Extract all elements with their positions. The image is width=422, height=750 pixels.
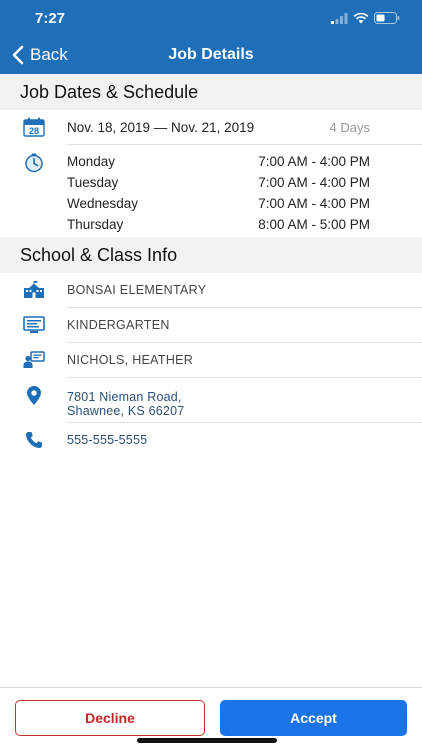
schedule-row: Tuesday 7:00 AM - 4:00 PM	[67, 172, 422, 193]
phone-row[interactable]: 555-555-5555	[0, 423, 422, 457]
accept-button[interactable]: Accept	[220, 700, 407, 736]
class-name: KINDERGARTEN	[67, 318, 170, 332]
phone-number[interactable]: 555-555-5555	[67, 433, 147, 447]
schedule-hours: 7:00 AM - 4:00 PM	[258, 196, 370, 211]
chevron-left-icon	[12, 45, 24, 65]
teacher-icon	[23, 351, 45, 368]
schedule-row: Thursday 8:00 AM - 5:00 PM	[67, 214, 422, 235]
teacher-name: NICHOLS, HEATHER	[67, 353, 194, 367]
schedule-hours: 7:00 AM - 4:00 PM	[258, 154, 370, 169]
phone-icon	[25, 432, 42, 448]
date-range: Nov. 18, 2019 — Nov. 21, 2019	[67, 119, 255, 135]
address[interactable]: 7801 Nieman Road, Shawnee, KS 66207	[67, 390, 184, 418]
schedule-day: Monday	[67, 154, 116, 169]
wifi-icon	[353, 12, 369, 24]
decline-button[interactable]: Decline	[15, 700, 205, 736]
schedule-hours: 7:00 AM - 4:00 PM	[258, 175, 370, 190]
schedule-block: Monday 7:00 AM - 4:00 PM Tuesday 7:00 AM…	[0, 145, 422, 237]
schedule-row: Wednesday 7:00 AM - 4:00 PM	[67, 193, 422, 214]
calendar-icon: 28	[22, 117, 45, 137]
address-line2: Shawnee, KS 66207	[67, 404, 185, 418]
schedule-section-title: Job Dates & Schedule	[0, 74, 422, 110]
status-icons	[331, 12, 400, 24]
schedule-row: Monday 7:00 AM - 4:00 PM	[67, 151, 422, 172]
address-line1: 7801 Nieman Road,	[67, 390, 182, 404]
class-row: KINDERGARTEN	[0, 308, 422, 342]
action-footer: Decline Accept	[0, 687, 422, 750]
back-label: Back	[30, 45, 68, 64]
school-section-title: School & Class Info	[0, 237, 422, 273]
address-row[interactable]: 7801 Nieman Road, Shawnee, KS 66207	[0, 378, 422, 422]
schedule-hours: 8:00 AM - 5:00 PM	[258, 217, 370, 232]
date-range-row: 28 Nov. 18, 2019 — Nov. 21, 2019 4 Days	[0, 110, 422, 144]
signal-icon	[331, 12, 348, 24]
school-building-icon	[23, 281, 44, 298]
days-count: 4 Days	[329, 119, 370, 135]
chalkboard-icon	[22, 316, 45, 333]
nav-bar: Back Job Details	[0, 36, 422, 74]
app-header: 7:27 Back Job Details	[0, 0, 422, 74]
schedule-day: Wednesday	[67, 196, 139, 211]
calendar-day: 28	[28, 126, 38, 136]
status-bar: 7:27	[0, 0, 422, 36]
map-pin-icon	[26, 386, 41, 405]
battery-icon	[374, 12, 400, 24]
back-button[interactable]: Back	[0, 45, 68, 65]
home-indicator	[137, 738, 277, 743]
clock-icon	[24, 153, 43, 173]
school-row: BONSAI ELEMENTARY	[0, 273, 422, 307]
schedule-day: Tuesday	[67, 175, 119, 190]
schedule-list: Monday 7:00 AM - 4:00 PM Tuesday 7:00 AM…	[67, 151, 422, 237]
school-name: BONSAI ELEMENTARY	[67, 283, 207, 297]
schedule-day: Thursday	[67, 217, 124, 232]
teacher-row: NICHOLS, HEATHER	[0, 343, 422, 377]
status-time: 7:27	[35, 9, 66, 27]
